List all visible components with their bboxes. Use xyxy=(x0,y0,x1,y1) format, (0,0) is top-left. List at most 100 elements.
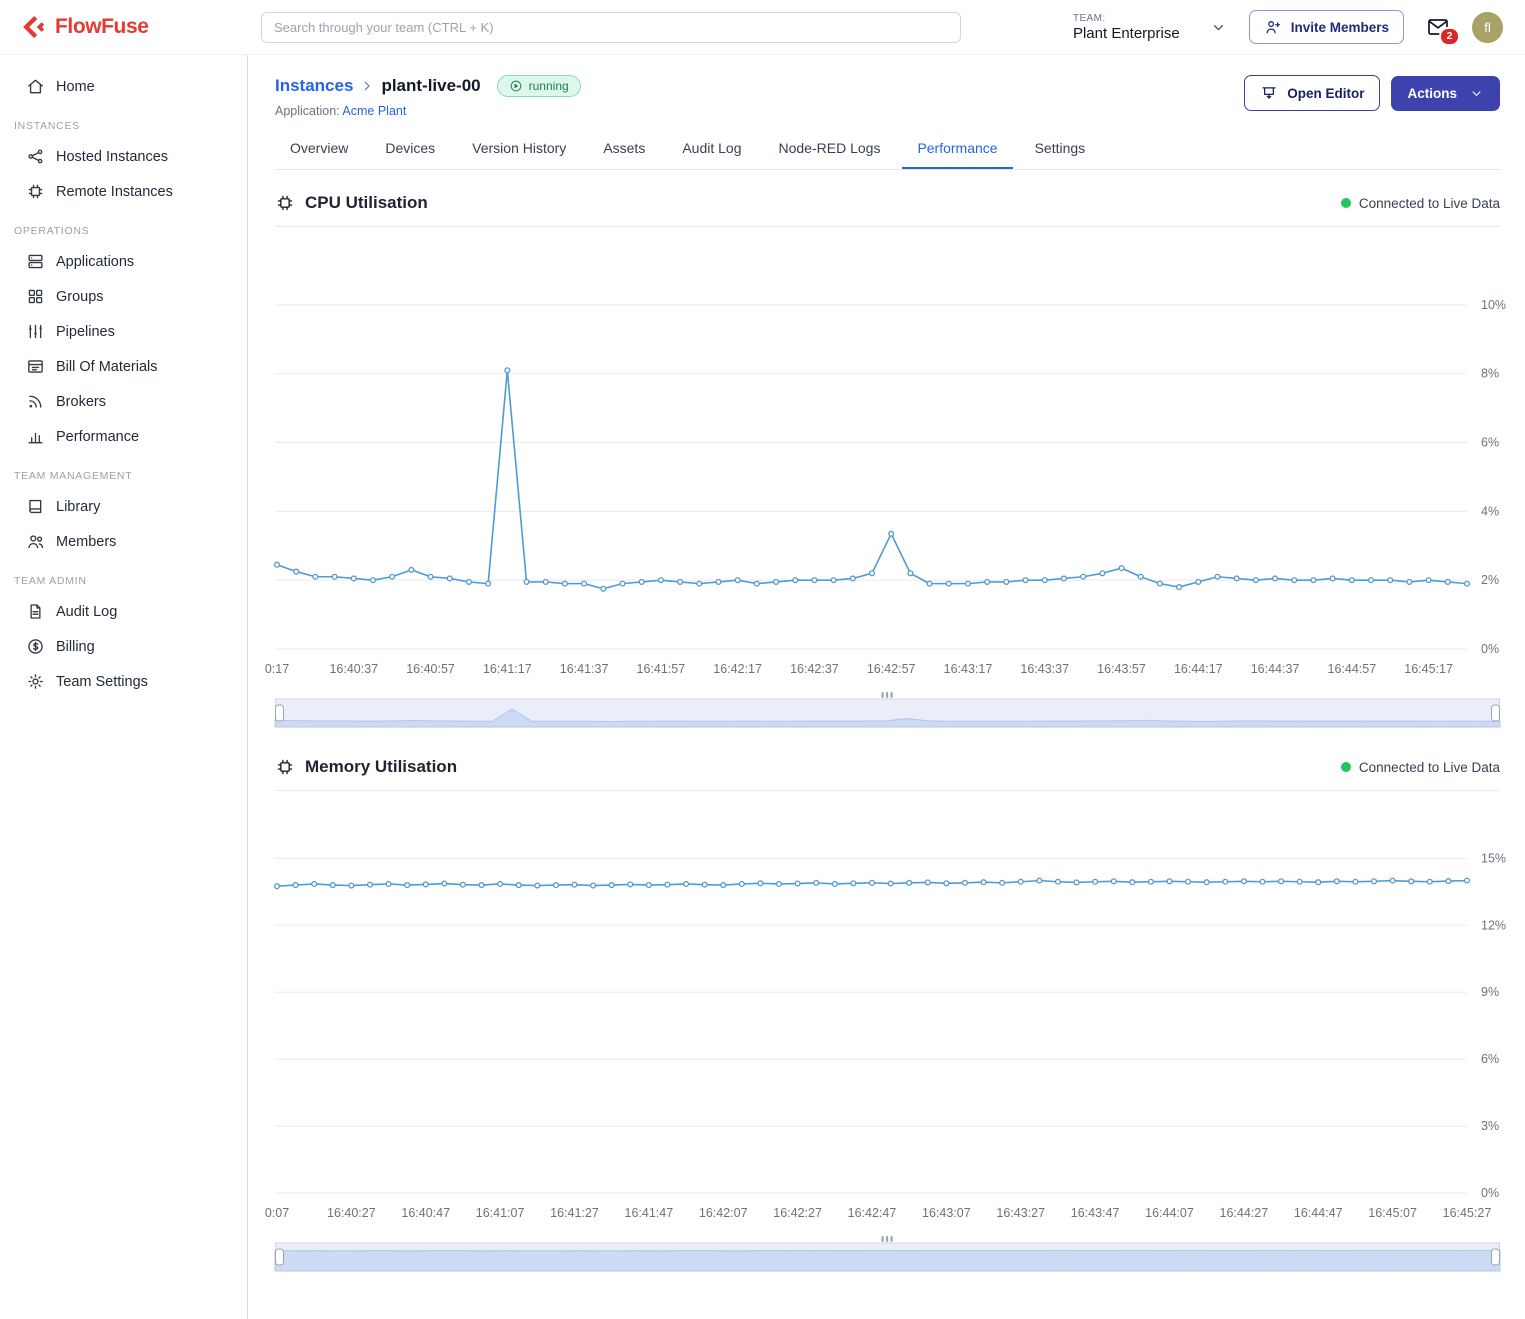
svg-text:0%: 0% xyxy=(1481,1186,1499,1200)
svg-text:16:44:27: 16:44:27 xyxy=(1220,1206,1269,1220)
cpu-chart-range-slider[interactable] xyxy=(275,691,1500,727)
svg-text:16:41:57: 16:41:57 xyxy=(637,662,686,676)
svg-text:16:43:57: 16:43:57 xyxy=(1097,662,1146,676)
invite-members-button[interactable]: Invite Members xyxy=(1249,10,1404,44)
svg-text:16:43:37: 16:43:37 xyxy=(1020,662,1069,676)
sidebar-section-team-admin: TEAM ADMIN xyxy=(0,559,247,594)
sidebar-item-home[interactable]: Home xyxy=(0,69,247,104)
chevron-down-icon xyxy=(1210,19,1227,36)
svg-text:0:17: 0:17 xyxy=(265,662,289,676)
svg-text:0:07: 0:07 xyxy=(265,1206,289,1220)
sidebar-item-brokers[interactable]: Brokers xyxy=(0,384,247,419)
pipelines-icon xyxy=(26,322,45,341)
tab-settings[interactable]: Settings xyxy=(1020,130,1101,169)
notification-badge: 2 xyxy=(1439,27,1460,46)
sidebar-item-performance[interactable]: Performance xyxy=(0,419,247,454)
notifications-button[interactable]: 2 xyxy=(1424,15,1452,39)
svg-text:16:40:57: 16:40:57 xyxy=(406,662,455,676)
sidebar-item-hosted-instances[interactable]: Hosted Instances xyxy=(0,139,247,174)
breadcrumb: Instances plant-live-00 running xyxy=(275,75,581,97)
sidebar-item-audit-log[interactable]: Audit Log xyxy=(0,594,247,629)
svg-text:16:42:07: 16:42:07 xyxy=(699,1206,748,1220)
svg-text:16:43:27: 16:43:27 xyxy=(996,1206,1045,1220)
svg-text:3%: 3% xyxy=(1481,1119,1499,1133)
tab-assets[interactable]: Assets xyxy=(588,130,660,169)
remote-instances-icon xyxy=(26,182,45,201)
application-line: Application: Acme Plant xyxy=(275,104,581,118)
sidebar-item-members[interactable]: Members xyxy=(0,524,247,559)
billing-icon xyxy=(26,637,45,656)
search-input[interactable] xyxy=(261,12,961,43)
memory-chip-icon xyxy=(275,757,295,777)
cpu-chart-title: CPU Utilisation xyxy=(305,193,428,213)
memory-live-label: Connected to Live Data xyxy=(1359,760,1500,775)
tab-devices[interactable]: Devices xyxy=(370,130,450,169)
live-indicator-dot-icon xyxy=(1341,198,1351,208)
tab-overview[interactable]: Overview xyxy=(275,130,363,169)
brand-name: FlowFuse xyxy=(55,15,148,39)
sidebar-item-label: Groups xyxy=(56,289,104,305)
groups-icon xyxy=(26,287,45,306)
tab-audit-log[interactable]: Audit Log xyxy=(667,130,756,169)
svg-text:6%: 6% xyxy=(1481,436,1499,450)
sidebar-item-groups[interactable]: Groups xyxy=(0,279,247,314)
memory-chart-header: Memory Utilisation Connected to Live Dat… xyxy=(275,747,1500,791)
sidebar-item-label: Team Settings xyxy=(56,674,148,690)
team-selector[interactable]: TEAM: Plant Enterprise xyxy=(1071,9,1229,46)
memory-chart-range-slider[interactable] xyxy=(275,1235,1500,1271)
sidebar-section-team-management: TEAM MANAGEMENT xyxy=(0,454,247,489)
sidebar-item-applications[interactable]: Applications xyxy=(0,244,247,279)
memory-live-status: Connected to Live Data xyxy=(1341,760,1500,775)
cpu-utilisation-chart: 0%2%4%6%8%10%0:1716:40:3716:40:5716:41:1… xyxy=(275,231,1500,683)
cpu-chip-icon xyxy=(275,193,295,213)
invite-members-label: Invite Members xyxy=(1291,20,1389,35)
tab-version-history[interactable]: Version History xyxy=(457,130,581,169)
memory-utilisation-chart: 0%3%6%9%12%15%0:0716:40:2716:40:4716:41:… xyxy=(275,795,1500,1227)
svg-text:16:40:27: 16:40:27 xyxy=(327,1206,376,1220)
team-name: Plant Enterprise xyxy=(1073,25,1180,42)
actions-button[interactable]: Actions xyxy=(1391,76,1500,111)
svg-text:2%: 2% xyxy=(1481,573,1499,587)
tab-bar: OverviewDevicesVersion HistoryAssetsAudi… xyxy=(275,130,1500,170)
svg-text:6%: 6% xyxy=(1481,1052,1499,1066)
breadcrumb-separator-icon xyxy=(359,78,375,94)
svg-text:16:41:07: 16:41:07 xyxy=(476,1206,525,1220)
svg-text:16:45:07: 16:45:07 xyxy=(1368,1206,1417,1220)
sidebar-item-label: Applications xyxy=(56,254,134,270)
sidebar-item-label: Pipelines xyxy=(56,324,115,340)
svg-text:16:43:07: 16:43:07 xyxy=(922,1206,971,1220)
sidebar: HomeINSTANCESHosted InstancesRemote Inst… xyxy=(0,55,248,1319)
brand[interactable]: FlowFuse xyxy=(0,14,248,41)
sidebar-item-label: Hosted Instances xyxy=(56,149,168,165)
tab-node-red-logs[interactable]: Node-RED Logs xyxy=(764,130,896,169)
sidebar-item-library[interactable]: Library xyxy=(0,489,247,524)
sidebar-item-team-settings[interactable]: Team Settings xyxy=(0,664,247,699)
svg-text:10%: 10% xyxy=(1481,298,1506,312)
svg-text:16:40:47: 16:40:47 xyxy=(401,1206,450,1220)
svg-text:16:45:27: 16:45:27 xyxy=(1443,1206,1492,1220)
hosted-instances-icon xyxy=(26,147,45,166)
breadcrumb-instances-link[interactable]: Instances xyxy=(275,76,353,96)
svg-text:16:41:17: 16:41:17 xyxy=(483,662,532,676)
sidebar-item-pipelines[interactable]: Pipelines xyxy=(0,314,247,349)
sidebar-item-bill-of-materials[interactable]: Bill Of Materials xyxy=(0,349,247,384)
svg-text:16:44:57: 16:44:57 xyxy=(1328,662,1377,676)
application-link[interactable]: Acme Plant xyxy=(342,104,406,118)
main-content: Instances plant-live-00 running Applicat… xyxy=(248,55,1525,1319)
svg-text:16:44:47: 16:44:47 xyxy=(1294,1206,1343,1220)
svg-text:9%: 9% xyxy=(1481,985,1499,999)
sidebar-item-billing[interactable]: Billing xyxy=(0,629,247,664)
tab-performance[interactable]: Performance xyxy=(902,130,1012,169)
avatar[interactable]: fl xyxy=(1472,12,1503,43)
status-badge-label: running xyxy=(529,79,569,93)
header-actions: Open Editor Actions xyxy=(1244,75,1500,111)
open-editor-button[interactable]: Open Editor xyxy=(1244,75,1380,111)
sidebar-item-label: Home xyxy=(56,79,95,95)
cpu-live-status: Connected to Live Data xyxy=(1341,196,1500,211)
topbar-right: TEAM: Plant Enterprise Invite Members 2 … xyxy=(1071,9,1503,46)
sidebar-item-remote-instances[interactable]: Remote Instances xyxy=(0,174,247,209)
library-icon xyxy=(26,497,45,516)
cpu-live-label: Connected to Live Data xyxy=(1359,196,1500,211)
svg-text:16:42:27: 16:42:27 xyxy=(773,1206,822,1220)
status-badge: running xyxy=(497,75,581,97)
